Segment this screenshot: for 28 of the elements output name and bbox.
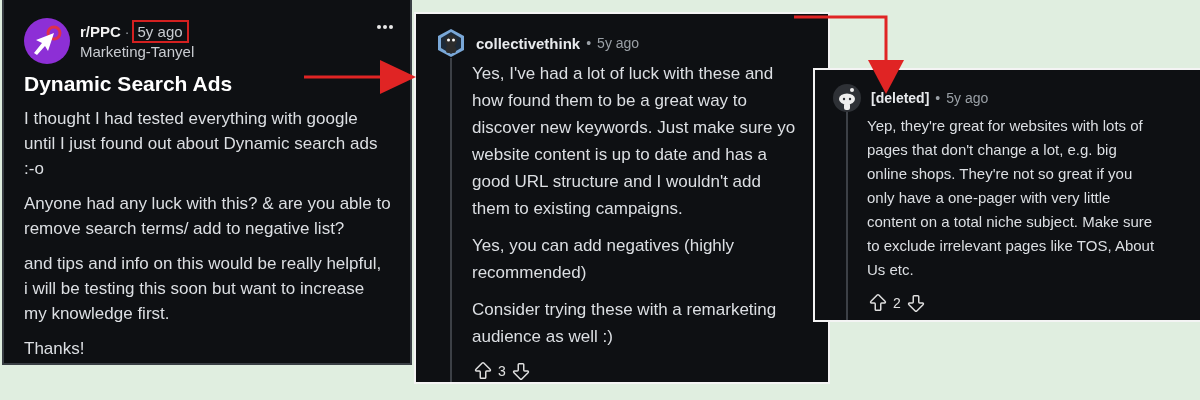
comment-author[interactable]: collectivethink <box>476 34 581 52</box>
upvote-button[interactable] <box>472 360 494 382</box>
comment-paragraph: Consider trying these with a remarketing audience as well :) <box>472 299 778 348</box>
comment-time: 5y ago <box>946 90 989 106</box>
vote-count: 3 <box>498 363 506 379</box>
upvote-button[interactable] <box>867 292 889 314</box>
meta-separator: • <box>586 35 592 51</box>
post-author[interactable]: Marketing-Tanyel <box>80 43 364 60</box>
robot-avatar-icon <box>436 28 466 58</box>
comment-paragraph: Yes, you can add negatives (highly recommended) <box>472 235 736 284</box>
post-paragraph: I thought I had tested everything with google until I just found out about Dynamic search ads :-o <box>24 108 379 180</box>
vote-count: 2 <box>893 295 901 311</box>
comment-paragraph: Yes, I've had a lot of luck with these and how found them to be a great way to discover new keywords. Just make sure yo website content is up to date and has a good URL structure and I wouldn't add them to existing campaigns. <box>472 63 796 220</box>
cursor-logo-icon <box>24 18 70 64</box>
subreddit-name[interactable]: r/PPC <box>80 23 121 40</box>
snoo-avatar-icon <box>833 84 861 112</box>
meta-separator: · <box>124 23 130 40</box>
comment-paragraph: Yep, they're great for websites with lots of pages that don't change a lot, e.g. big online shops. They're not so great if you only have a one-pager with very little content on a total niche subject. Make sure to exclude irrelevant pages like TOS, About Us etc. <box>867 116 1155 280</box>
meta-separator: • <box>935 90 941 106</box>
post-title: Dynamic Search Ads <box>24 72 233 96</box>
post-paragraph: Anyone had any luck with this? & are you able to remove search terms/ add to negative list? <box>24 193 392 240</box>
post-paragraph: and tips and info on this would be really helpful, i will be testing this soon but want to increase my knowledge first. <box>24 253 383 325</box>
comment-author[interactable]: [deleted] <box>871 90 930 106</box>
post-paragraph: Thanks! <box>24 338 86 360</box>
more-icon <box>376 24 394 30</box>
more-options-button[interactable] <box>374 22 396 32</box>
comment-time: 5y ago <box>597 35 640 51</box>
post-time: 5y ago <box>133 22 187 41</box>
